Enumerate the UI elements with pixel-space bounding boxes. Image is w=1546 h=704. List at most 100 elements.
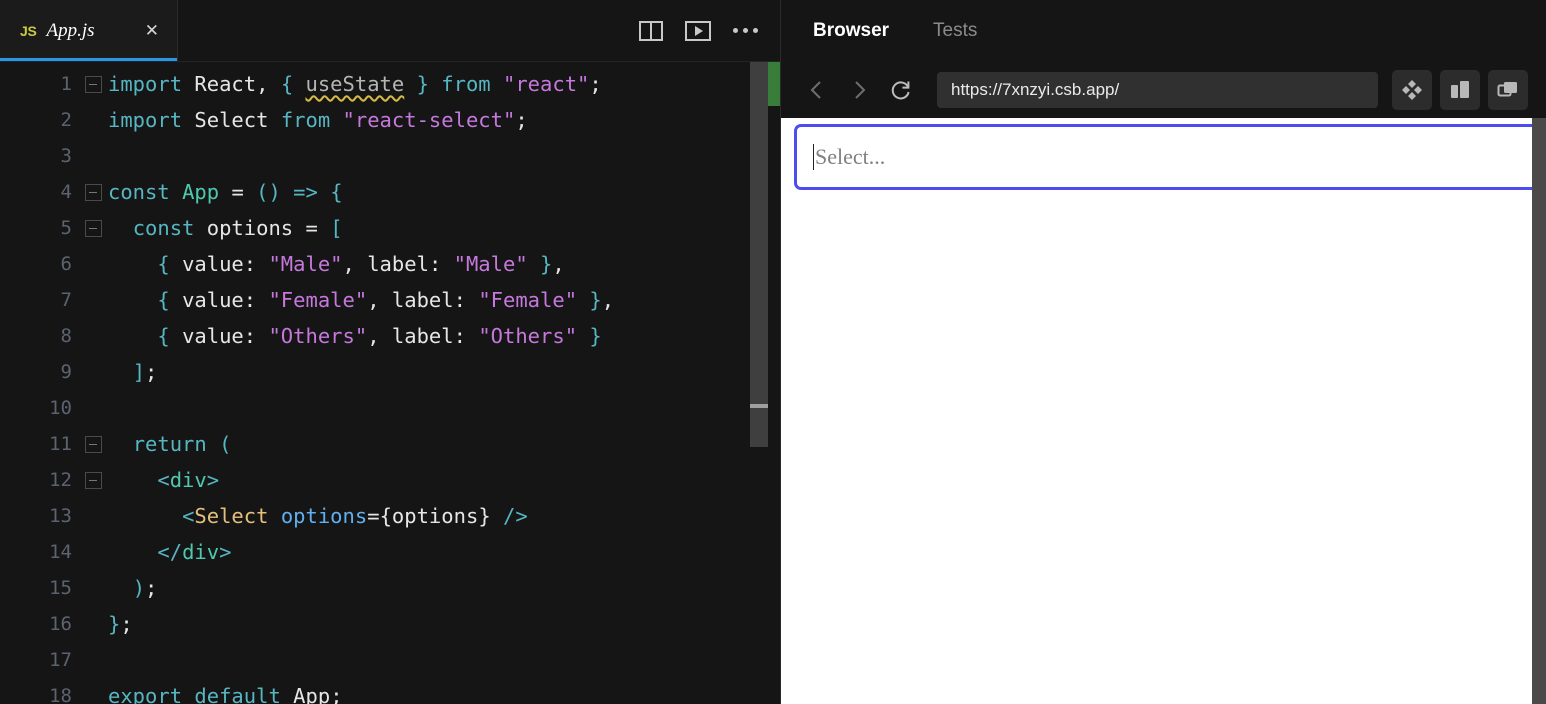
code-line: 16}; xyxy=(0,606,780,642)
fold-toggle-icon[interactable] xyxy=(78,174,108,210)
fold-gutter-spacer xyxy=(78,534,108,570)
code-line: 14 </div> xyxy=(0,534,780,570)
code-text: const options = [ xyxy=(132,216,343,240)
line-number: 9 xyxy=(60,361,72,383)
browser-toolbar: https://7xnzyi.csb.app/ xyxy=(781,62,1546,118)
code-line: 2 import Select from "react-select"; xyxy=(0,102,780,138)
code-text: }; xyxy=(108,612,133,636)
code-lines: 1 import React, { useState } from "react"… xyxy=(0,62,780,704)
code-text: ); xyxy=(132,576,158,600)
code-text: const App = () => { xyxy=(108,180,343,204)
code-line: 6 { value: "Male", label: "Male" }, xyxy=(0,246,780,282)
fold-gutter-spacer xyxy=(78,570,108,606)
fold-gutter-spacer xyxy=(78,642,108,678)
code-line: 5 const options = [ xyxy=(0,210,780,246)
code-text: { value: "Female", label: "Female" }, xyxy=(157,288,615,312)
code-line: 18 export default App; xyxy=(0,678,780,704)
code-text: return ( xyxy=(132,432,232,456)
js-file-icon: JS xyxy=(20,22,37,39)
code-line: 1 import React, { useState } from "react"… xyxy=(0,66,780,102)
code-viewport[interactable]: 1 import React, { useState } from "react"… xyxy=(0,62,780,704)
fold-gutter-spacer xyxy=(78,102,108,138)
editor-tab-label: App.js xyxy=(46,19,95,41)
more-options-icon[interactable] xyxy=(733,28,758,33)
line-number: 15 xyxy=(49,577,72,599)
text-caret xyxy=(813,144,814,170)
tabbar-spacer xyxy=(178,0,625,61)
split-editor-icon[interactable] xyxy=(639,20,663,41)
code-text: ]; xyxy=(132,360,158,384)
code-line: 9 ]; xyxy=(0,354,780,390)
code-line: 12 <div> xyxy=(0,462,780,498)
fold-gutter-spacer xyxy=(78,498,108,534)
line-number: 6 xyxy=(60,253,72,275)
code-line: 8 { value: "Others", label: "Others" } xyxy=(0,318,780,354)
line-number: 5 xyxy=(60,217,72,239)
code-text: <div> xyxy=(157,468,220,492)
line-number: 10 xyxy=(49,397,72,419)
line-number: 12 xyxy=(49,469,72,491)
scrollbar-cursor-marker xyxy=(750,404,768,408)
code-line: 13 <Select options={options} /> xyxy=(0,498,780,534)
editor-tab-actions xyxy=(625,0,780,61)
select-input[interactable]: Select... xyxy=(797,144,1546,170)
fold-gutter-spacer xyxy=(78,246,108,282)
line-number: 4 xyxy=(60,181,72,203)
overview-ruler-mark xyxy=(768,62,780,106)
line-number: 14 xyxy=(49,541,72,563)
line-number: 8 xyxy=(60,325,72,347)
ide-window: JS App.js ✕ 1 import React, { useState } … xyxy=(0,0,1546,704)
browser-action-buttons xyxy=(1392,70,1536,110)
line-number: 2 xyxy=(60,109,72,131)
code-text: <Select options={options} /> xyxy=(182,504,528,528)
select-placeholder: Select... xyxy=(815,144,886,169)
back-icon[interactable] xyxy=(799,72,835,108)
fold-toggle-icon[interactable] xyxy=(78,426,108,462)
code-line: 15 ); xyxy=(0,570,780,606)
fold-gutter-spacer xyxy=(78,390,108,426)
tab-tests[interactable]: Tests xyxy=(933,20,977,42)
browser-preview-pane: Browser Tests https://7xnzyi.csb.app/ Se… xyxy=(780,0,1546,704)
close-icon[interactable]: ✕ xyxy=(131,22,159,39)
preview-play-icon[interactable] xyxy=(685,20,711,41)
line-number: 7 xyxy=(60,289,72,311)
fold-gutter-spacer xyxy=(78,282,108,318)
url-input[interactable]: https://7xnzyi.csb.app/ xyxy=(937,72,1378,108)
editor-tab-app-js[interactable]: JS App.js ✕ xyxy=(0,0,178,61)
line-number: 3 xyxy=(60,145,72,167)
line-number: 17 xyxy=(49,649,72,671)
code-line: 3 xyxy=(0,138,780,174)
preview-vertical-scrollbar[interactable] xyxy=(1532,118,1546,704)
editor-vertical-scrollbar[interactable] xyxy=(750,62,768,704)
fold-toggle-icon[interactable] xyxy=(78,462,108,498)
tab-browser[interactable]: Browser xyxy=(813,20,889,42)
responsive-devices-icon[interactable] xyxy=(1440,70,1480,110)
component-inspector-icon[interactable] xyxy=(1392,70,1432,110)
preview-viewport: Select... xyxy=(781,118,1546,704)
line-number: 13 xyxy=(49,505,72,527)
code-line: 7 { value: "Female", label: "Female" }, xyxy=(0,282,780,318)
scrollbar-thumb[interactable] xyxy=(750,62,768,447)
line-number: 1 xyxy=(60,73,72,95)
forward-icon[interactable] xyxy=(841,72,877,108)
reload-icon[interactable] xyxy=(883,72,919,108)
open-in-new-window-icon[interactable] xyxy=(1488,70,1528,110)
fold-gutter-spacer xyxy=(78,138,108,174)
editor-tabbar: JS App.js ✕ xyxy=(0,0,780,62)
fold-toggle-icon[interactable] xyxy=(78,210,108,246)
code-line: 4 const App = () => { xyxy=(0,174,780,210)
code-text: { value: "Others", label: "Others" } xyxy=(157,324,602,348)
code-editor-pane: JS App.js ✕ 1 import React, { useState } … xyxy=(0,0,780,704)
code-line: 10 xyxy=(0,390,780,426)
code-line: 11 return ( xyxy=(0,426,780,462)
code-line: 17 xyxy=(0,642,780,678)
code-text: </div> xyxy=(157,540,232,564)
fold-gutter-spacer xyxy=(78,354,108,390)
code-text: { value: "Male", label: "Male" }, xyxy=(157,252,565,276)
fold-gutter-spacer xyxy=(78,606,108,642)
code-text: import Select from "react-select"; xyxy=(108,108,528,132)
fold-gutter-spacer xyxy=(78,318,108,354)
select-control[interactable]: Select... xyxy=(795,125,1546,189)
code-text: export default App; xyxy=(108,684,343,704)
fold-toggle-icon[interactable] xyxy=(78,66,108,102)
